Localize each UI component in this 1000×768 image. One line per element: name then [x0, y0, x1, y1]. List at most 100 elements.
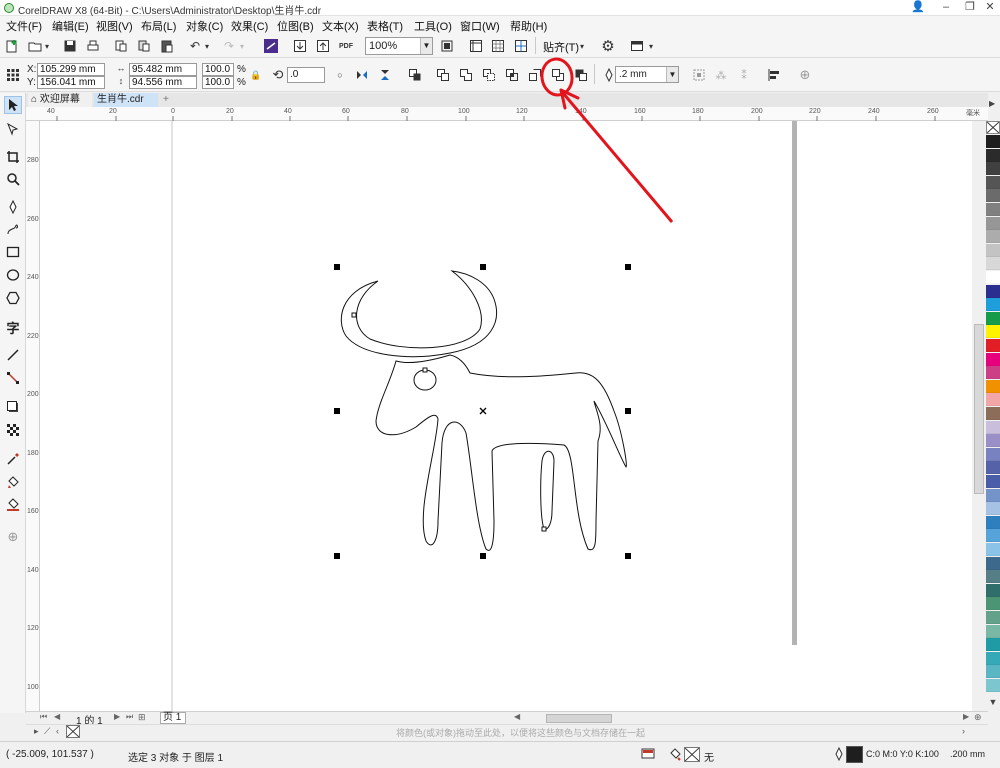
show-rulers-icon[interactable] [467, 37, 485, 55]
palette-swatch[interactable] [986, 651, 1000, 665]
palette-swatch[interactable] [986, 257, 1000, 271]
freehand-tool-icon[interactable] [4, 198, 22, 216]
palette-swatch[interactable] [986, 352, 1000, 366]
import-icon[interactable] [291, 37, 309, 55]
menu-view[interactable]: 视图(V) [96, 18, 133, 34]
smart-fill-icon[interactable] [4, 496, 22, 514]
vertical-ruler[interactable]: 280 260 240 220 200 180 160 140 120 100 [26, 121, 40, 711]
y-position-field[interactable]: 156.041 mm [37, 76, 105, 89]
palette-swatch[interactable] [986, 488, 1000, 502]
drop-shadow-icon[interactable] [4, 398, 22, 416]
print-icon[interactable] [84, 37, 102, 55]
palette-back-icon[interactable]: ‹ [56, 726, 59, 736]
front-minus-back-icon[interactable] [549, 66, 567, 84]
new-tab-button[interactable]: + [160, 93, 174, 107]
palette-swatch[interactable] [986, 638, 1000, 652]
palette-scroll-up[interactable]: ▶ [986, 96, 1000, 116]
zoom-level-select[interactable]: 100% ▼ [365, 37, 433, 55]
quick-customize-icon[interactable]: ⊕ [4, 528, 22, 546]
options-gear-icon[interactable]: ⚙ [599, 37, 617, 55]
palette-menu-icon[interactable]: ▸ [34, 726, 39, 737]
tab-welcome-screen[interactable]: ⌂ 欢迎屏幕 [28, 93, 92, 107]
palette-swatch[interactable] [986, 529, 1000, 543]
redo-icon[interactable]: ↷ [220, 37, 238, 55]
lock-ratio-icon[interactable]: 🔒 [250, 66, 262, 84]
save-icon[interactable] [61, 37, 79, 55]
palette-scroll-down[interactable]: ▼ [986, 697, 1000, 711]
intersect-icon[interactable] [503, 66, 521, 84]
snap-to-menu[interactable]: 贴齐(T) [543, 39, 579, 55]
text-tool-icon[interactable]: 字 [4, 318, 22, 336]
rectangle-tool-icon[interactable] [4, 243, 22, 261]
shape-tool-icon[interactable] [4, 120, 22, 138]
simplify-icon[interactable] [526, 66, 544, 84]
ellipse-tool-icon[interactable] [4, 266, 22, 284]
paste-icon[interactable] [158, 37, 176, 55]
export-icon[interactable] [314, 37, 332, 55]
menu-edit[interactable]: 编辑(E) [52, 18, 89, 34]
open-dropdown-icon[interactable]: ▾ [42, 37, 52, 55]
align-distribute-icon[interactable] [765, 66, 783, 84]
selection-handle[interactable] [334, 264, 340, 270]
previous-page-icon[interactable]: ◀ [54, 712, 60, 721]
palette-swatch[interactable] [986, 434, 1000, 448]
palette-swatch[interactable] [986, 162, 1000, 176]
palette-swatch[interactable] [986, 271, 1000, 284]
palette-swatch[interactable] [986, 611, 1000, 624]
no-color-swatch[interactable] [66, 725, 80, 738]
palette-swatch[interactable] [986, 284, 1000, 298]
palette-swatch[interactable] [986, 135, 1000, 148]
search-content-icon[interactable] [262, 37, 280, 55]
mirror-vertical-icon[interactable] [376, 66, 394, 84]
menu-table[interactable]: 表格(T) [367, 18, 403, 34]
drawing-canvas[interactable] [40, 121, 972, 711]
add-page-icon[interactable]: ⊞ [138, 712, 146, 723]
palette-swatch[interactable] [986, 570, 1000, 584]
outline-width-select[interactable]: .2 mm ▼ [615, 66, 679, 83]
ox-body-outline[interactable] [375, 354, 627, 551]
tab-document[interactable]: 生肖牛.cdr [94, 93, 158, 107]
ox-horns-outline[interactable] [340, 270, 498, 358]
menu-window[interactable]: 窗口(W) [460, 18, 500, 34]
parallel-dimension-icon[interactable] [4, 346, 22, 364]
selection-handle[interactable] [625, 553, 631, 559]
width-field[interactable]: 95.482 mm [129, 63, 197, 76]
crop-tool-icon[interactable] [4, 148, 22, 166]
menu-effects[interactable]: 效果(C) [231, 18, 268, 34]
publish-pdf-icon[interactable]: PDF [337, 37, 355, 55]
mirror-horizontal-icon[interactable] [353, 66, 371, 84]
scale-x-field[interactable]: 100.0 [202, 63, 234, 76]
close-button[interactable]: ✕ [976, 0, 1000, 16]
height-field[interactable]: 94.556 mm [129, 76, 197, 89]
node-marker[interactable] [351, 312, 357, 318]
break-apart-icon[interactable]: ⁑ [735, 66, 753, 84]
palette-swatch[interactable] [986, 475, 1000, 488]
node-marker[interactable] [422, 367, 428, 373]
selection-handle[interactable] [625, 264, 631, 270]
palette-swatch[interactable] [986, 515, 1000, 529]
rotation-angle-field[interactable]: .0 [287, 67, 325, 83]
selection-handle[interactable] [334, 408, 340, 414]
polygon-tool-icon[interactable] [4, 289, 22, 307]
trim-icon[interactable] [480, 66, 498, 84]
outline-color-swatch[interactable] [846, 746, 863, 763]
eyedropper-icon[interactable] [4, 450, 22, 468]
horizontal-scroll-thumb[interactable] [546, 714, 612, 723]
selection-handle[interactable] [480, 264, 486, 270]
menu-file[interactable]: 文件(F) [6, 18, 42, 34]
node-marker[interactable] [541, 526, 547, 532]
artistic-media-icon[interactable] [4, 220, 22, 238]
snap-dropdown-icon[interactable]: ▾ [577, 37, 587, 55]
palette-swatch[interactable] [986, 420, 1000, 434]
menu-tools[interactable]: 工具(O) [414, 18, 452, 34]
palette-swatch[interactable] [986, 379, 1000, 393]
palette-swatch[interactable] [986, 298, 1000, 312]
palette-forward-icon[interactable]: › [962, 726, 965, 736]
palette-swatch[interactable] [986, 175, 1000, 189]
palette-swatch[interactable] [986, 502, 1000, 516]
menu-text[interactable]: 文本(X) [322, 18, 359, 34]
convert-to-curves-icon[interactable]: ⁂ [712, 66, 730, 84]
menu-object[interactable]: 对象(C) [186, 18, 223, 34]
menu-help[interactable]: 帮助(H) [510, 18, 547, 34]
scroll-right-icon[interactable]: ▶ [963, 712, 969, 721]
